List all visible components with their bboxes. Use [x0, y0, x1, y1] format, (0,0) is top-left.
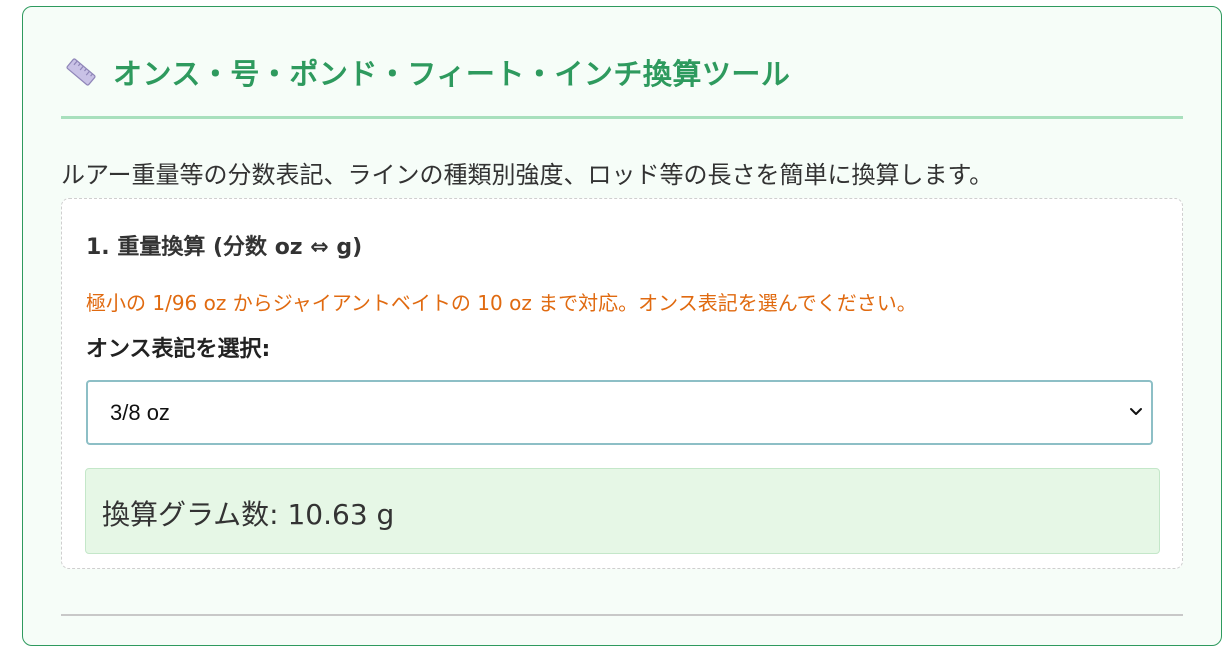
- ounce-select-value: 3/8 oz: [110, 400, 170, 425]
- ruler-icon: [63, 54, 99, 90]
- gram-result: 換算グラム数: 10.63 g: [102, 498, 395, 531]
- section-divider: [61, 614, 1183, 616]
- converter-card: オンス・号・ポンド・フィート・インチ換算ツール ルアー重量等の分数表記、ラインの…: [22, 6, 1222, 646]
- page-title: オンス・号・ポンド・フィート・インチ換算ツール: [113, 57, 791, 91]
- range-note: 極小の 1/96 oz からジャイアントベイトの 10 oz まで対応。オンス表…: [86, 291, 917, 315]
- title-divider: [61, 116, 1183, 119]
- chevron-down-icon: [1127, 402, 1145, 420]
- section-title: 1. 重量換算 (分数 oz ⇔ g): [86, 235, 363, 260]
- intro-text: ルアー重量等の分数表記、ラインの種類別強度、ロッド等の長さを簡単に換算します。: [61, 161, 994, 189]
- title-row: オンス・号・ポンド・フィート・インチ換算ツール: [63, 51, 790, 93]
- ounce-select[interactable]: 3/8 oz: [86, 380, 1153, 445]
- weight-conversion-section: 1. 重量換算 (分数 oz ⇔ g) 極小の 1/96 oz からジャイアント…: [61, 198, 1183, 569]
- ounce-select-label: オンス表記を選択:: [86, 337, 271, 362]
- result-box: 換算グラム数: 10.63 g: [85, 468, 1160, 554]
